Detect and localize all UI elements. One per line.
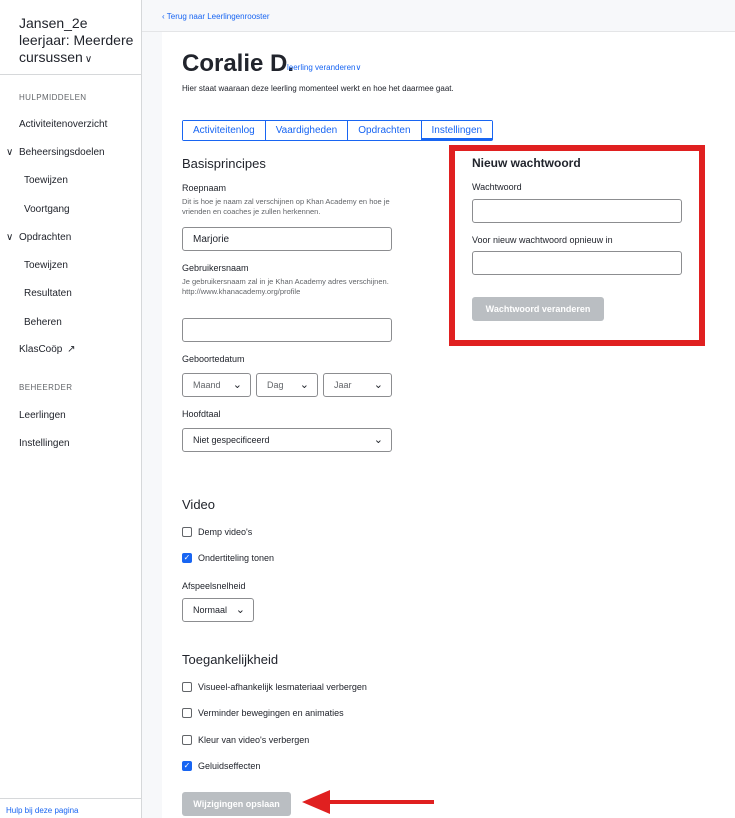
subtitles-checkbox-row[interactable]: ✓ Ondertiteling tonen [182,553,274,563]
course-title-label: Jansen_2e leerjaar: Meerdere cursussen [19,15,134,65]
red-arrow-annotation [302,790,434,814]
language-value: Niet gespecificeerd [193,435,270,445]
mute-videos-label: Demp video's [198,527,253,537]
change-password-button[interactable]: Wachtwoord veranderen [472,297,604,321]
sidebar-item-mastery-assign[interactable]: Toewijzen [24,175,68,186]
birth-month-value: Maand [193,380,221,390]
section-title-basics: Basisprincipes [182,156,266,171]
hide-visual-label: Visueel-afhankelijk lesmateriaal verberg… [198,682,367,692]
sidebar-item-mastery-goals[interactable]: Beheersingsdoelen [19,147,105,158]
reduce-motion-label: Verminder bewegingen en animaties [198,708,344,718]
chevron-left-icon: ‹ [162,12,165,21]
language-label: Hoofdtaal [182,409,221,419]
username-help-url: http://www.khanacademy.org/profile [182,287,301,296]
subtitles-checkbox[interactable]: ✓ [182,553,192,563]
nickname-label: Roepnaam [182,183,227,193]
page-subtitle: Hier staat waaraan deze leerling momente… [182,84,454,93]
mute-videos-checkbox[interactable] [182,527,192,537]
back-link-label: Terug naar Leerlingenrooster [166,12,270,21]
mute-videos-checkbox-row[interactable]: Demp video's [182,527,252,537]
nickname-help: Dit is hoe je naam zal verschijnen op Kh… [182,197,390,216]
sound-effects-checkbox-row[interactable]: ✓ Geluidseffecten [182,761,260,771]
playback-speed-value: Normaal [193,605,228,615]
hide-video-color-checkbox-row[interactable]: Kleur van video's verbergen [182,735,309,745]
birth-year-value: Jaar [334,380,352,390]
chevron-down-icon: ∨ [355,63,362,72]
sound-effects-checkbox[interactable]: ✓ [182,761,192,771]
back-link[interactable]: ‹ Terug naar Leerlingenrooster [162,12,269,21]
hide-visual-checkbox-row[interactable]: Visueel-afhankelijk lesmateriaal verberg… [182,682,367,692]
student-name: Coralie D. [182,50,295,77]
tab-assignments[interactable]: Opdrachten [348,121,422,140]
nickname-input[interactable] [182,227,392,251]
sidebar: Jansen_2e leerjaar: Meerdere cursussen ∨ … [0,0,142,818]
birth-day-select[interactable]: Dag ⌄ [256,373,318,397]
reduce-motion-checkbox-row[interactable]: Verminder bewegingen en animaties [182,708,344,718]
language-select[interactable]: Niet gespecificeerd ⌄ [182,428,392,452]
tab-skills[interactable]: Vaardigheden [265,121,349,140]
password-label: Wachtwoord [472,182,522,192]
sidebar-section-admin: BEHEERDER [19,383,73,392]
chevron-expanded-icon[interactable]: ∨ [6,232,13,243]
sidebar-item-settings[interactable]: Instellingen [19,438,70,449]
change-student-dropdown[interactable]: leerling veranderen∨ [287,63,361,72]
password-input[interactable] [472,199,682,223]
birthdate-label: Geboortedatum [182,354,245,364]
sidebar-item-klascoop[interactable]: KlasCoöp ↗ [19,344,76,355]
help-link[interactable]: Hulp bij deze pagina [6,806,79,815]
username-help: Je gebruikersnaam zal in je Khan Academy… [182,277,397,297]
playback-speed-select[interactable]: Normaal ⌄ [182,598,254,622]
birth-day-value: Dag [267,380,284,390]
tab-settings[interactable]: Instellingen [421,121,493,140]
confirm-password-input[interactable] [472,251,682,275]
sidebar-section-tools: HULPMIDDELEN [19,93,87,102]
tab-activity-log[interactable]: Activiteitenlog [183,121,266,140]
sidebar-item-mastery-progress[interactable]: Voortgang [24,204,70,215]
reduce-motion-checkbox[interactable] [182,708,192,718]
change-student-label: leerling veranderen [287,63,356,72]
section-title-video: Video [182,497,216,512]
tab-bar: Activiteitenlog Vaardigheden Opdrachten … [182,120,494,141]
course-selector[interactable]: Jansen_2e leerjaar: Meerdere cursussen ∨ [19,15,137,68]
external-link-icon: ↗ [67,344,76,355]
sidebar-item-assignments-assign[interactable]: Toewijzen [24,260,68,271]
username-help-text: Je gebruikersnaam zal in je Khan Academy… [182,277,389,286]
username-label: Gebruikersnaam [182,263,249,273]
hide-video-color-label: Kleur van video's verbergen [198,735,310,745]
subtitles-label: Ondertiteling tonen [198,553,275,563]
section-title-accessibility: Toegankelijkheid [182,652,279,667]
confirm-password-label: Voor nieuw wachtwoord opnieuw in [472,235,613,245]
new-password-title: Nieuw wachtwoord [472,156,581,170]
sidebar-item-activity[interactable]: Activiteitenoverzicht [19,119,107,130]
sound-effects-label: Geluidseffecten [198,761,261,771]
hide-visual-checkbox[interactable] [182,682,192,692]
playback-speed-label: Afspeelsnelheid [182,581,246,591]
sidebar-item-klascoop-label: KlasCoöp [19,344,63,355]
chevron-expanded-icon[interactable]: ∨ [6,147,13,158]
sidebar-divider [0,74,141,75]
sidebar-item-assignments-manage[interactable]: Beheren [24,317,62,328]
chevron-down-icon: ⌄ [235,604,245,616]
chevron-down-icon: ⌄ [299,379,309,391]
sidebar-item-students[interactable]: Leerlingen [19,410,66,421]
chevron-down-icon: ⌄ [373,434,383,446]
birth-month-select[interactable]: Maand ⌄ [182,373,251,397]
birth-year-select[interactable]: Jaar ⌄ [323,373,392,397]
chevron-down-icon: ⌄ [373,379,383,391]
chevron-down-icon: ⌄ [232,379,242,391]
username-input[interactable] [182,318,392,342]
chevron-down-icon: ∨ [84,54,93,65]
save-changes-button[interactable]: Wijzigingen opslaan [182,792,291,816]
sidebar-item-assignments-results[interactable]: Resultaten [24,288,72,299]
hide-video-color-checkbox[interactable] [182,735,192,745]
sidebar-item-assignments[interactable]: Opdrachten [19,232,71,243]
